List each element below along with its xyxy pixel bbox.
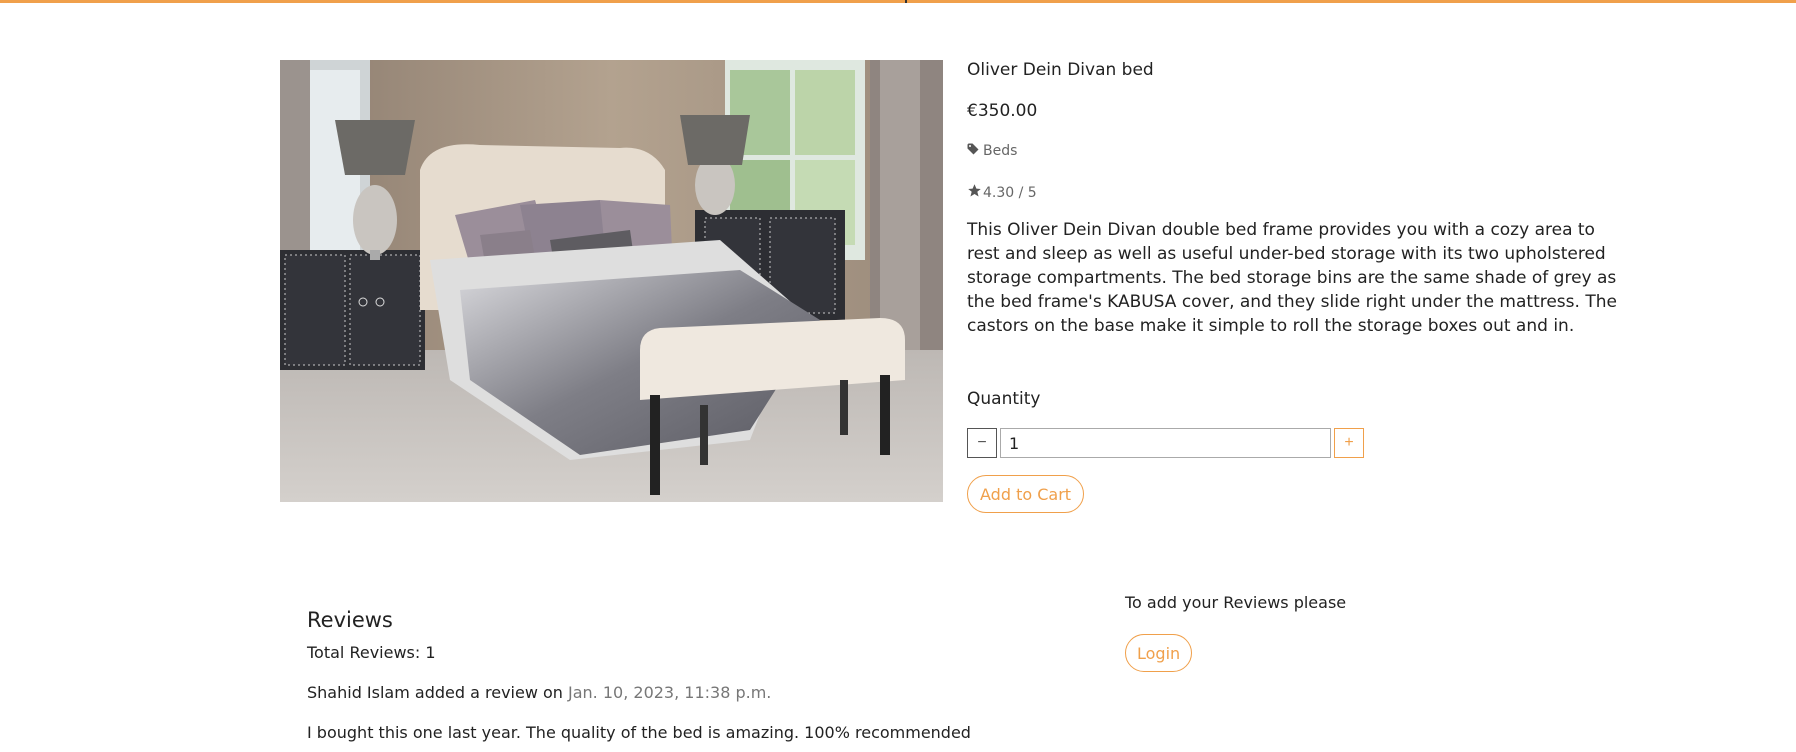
top-bar-marker xyxy=(905,0,907,3)
quantity-stepper: − + xyxy=(967,428,1364,458)
review-author-line: Shahid Islam added a review on xyxy=(307,683,569,702)
increase-quantity-button[interactable]: + xyxy=(1334,428,1364,458)
product-category[interactable]: Beds xyxy=(967,143,1017,159)
product-image xyxy=(280,60,943,502)
decrease-quantity-button[interactable]: − xyxy=(967,428,997,458)
product-price: €350.00 xyxy=(967,101,1038,121)
total-reviews: Total Reviews: 1 xyxy=(307,643,436,662)
tag-icon xyxy=(967,143,979,159)
review-meta: Shahid Islam added a review on Jan. 10, … xyxy=(307,683,771,702)
review-text: I bought this one last year. The quality… xyxy=(307,723,971,742)
product-description: This Oliver Dein Divan double bed frame … xyxy=(967,220,1617,336)
top-accent-bar xyxy=(0,0,1796,3)
product-rating: 4.30 / 5 xyxy=(967,183,1037,202)
add-to-cart-button[interactable]: Add to Cart xyxy=(967,475,1085,513)
rating-value: 4.30 / 5 xyxy=(983,184,1037,201)
product-title: Oliver Dein Divan bed xyxy=(967,60,1154,80)
reviews-heading: Reviews xyxy=(307,608,393,632)
login-button[interactable]: Login xyxy=(1125,634,1193,672)
quantity-input[interactable] xyxy=(1000,428,1331,458)
bedroom-photo xyxy=(280,60,943,502)
quantity-label: Quantity xyxy=(967,389,1041,409)
review-date: Jan. 10, 2023, 11:38 p.m. xyxy=(568,683,772,702)
login-prompt: To add your Reviews please xyxy=(1125,593,1347,612)
category-label: Beds xyxy=(983,143,1018,159)
star-icon xyxy=(967,183,982,202)
